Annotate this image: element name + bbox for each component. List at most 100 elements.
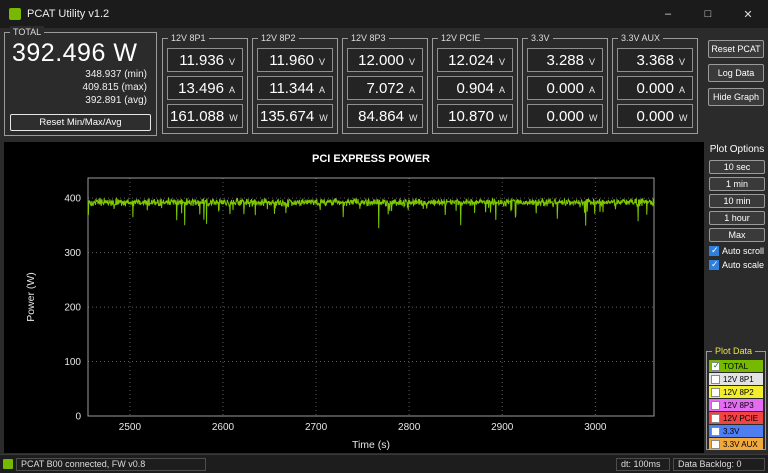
- legend-item-label: 12V PCIE: [723, 414, 758, 423]
- pcat-utility-window: PCAT Utility v1.2 – □ ✕ TOTAL 392.496 W …: [0, 0, 768, 473]
- reading-unit: W: [319, 113, 328, 123]
- legend-12v8p3-checkbox[interactable]: [711, 401, 720, 410]
- reading-unit: V: [409, 57, 418, 67]
- reading-value: 0.000: [546, 80, 584, 97]
- legend-item-12v-pcie[interactable]: 12V PCIE: [709, 412, 763, 424]
- legend-item-3v3-aux[interactable]: 3.3V AUX: [709, 438, 763, 450]
- hide-graph-button[interactable]: Hide Graph: [708, 88, 764, 106]
- reading-unit: A: [229, 85, 238, 95]
- range-10sec-button[interactable]: 10 sec: [709, 160, 765, 174]
- total-avg: 392.891 (avg): [5, 94, 156, 107]
- reading-unit: V: [229, 57, 238, 67]
- reading-value: 7.072: [366, 80, 404, 97]
- svg-text:400: 400: [64, 194, 81, 205]
- reading-value: 135.674: [260, 108, 314, 125]
- reading-unit: A: [319, 85, 328, 95]
- power-reading: 161.088W: [167, 104, 243, 128]
- legend-total-checkbox[interactable]: [711, 362, 720, 371]
- legend-item-label: 12V 8P1: [723, 375, 754, 384]
- svg-text:0: 0: [75, 412, 81, 423]
- close-button[interactable]: ✕: [728, 0, 768, 28]
- auto-scale-checkbox[interactable]: [709, 260, 719, 270]
- legend-3v3-checkbox[interactable]: [711, 427, 720, 436]
- total-min: 348.937 (min): [5, 68, 156, 81]
- plot-data-label: Plot Data: [712, 345, 755, 358]
- title-bar: PCAT Utility v1.2 – □ ✕: [0, 0, 768, 28]
- auto-scroll-row: Auto scroll: [709, 246, 768, 256]
- voltage-reading: 11.936V: [167, 48, 243, 72]
- svg-text:100: 100: [64, 357, 81, 368]
- legend-3v3aux-checkbox[interactable]: [711, 440, 720, 449]
- log-data-button[interactable]: Log Data: [708, 64, 764, 82]
- reading-unit: A: [409, 85, 418, 95]
- reset-pcat-button[interactable]: Reset PCAT: [708, 40, 764, 58]
- reading-value: 10.870: [448, 108, 494, 125]
- power-chart: 0100200300400250026002700280029003000PCI…: [4, 142, 704, 453]
- reading-value: 0.904: [456, 80, 494, 97]
- legend-item-label: 12V 8P2: [723, 388, 754, 397]
- svg-text:300: 300: [64, 248, 81, 259]
- reading-unit: A: [589, 85, 598, 95]
- reading-value: 12.000: [358, 52, 404, 69]
- voltage-reading: 3.288V: [527, 48, 603, 72]
- total-group-label: TOTAL: [10, 26, 44, 39]
- reset-minmaxavg-button[interactable]: Reset Min/Max/Avg: [10, 114, 151, 131]
- range-1hour-button[interactable]: 1 hour: [709, 211, 765, 225]
- power-reading: 10.870 W: [437, 104, 513, 128]
- total-power-unit: W: [113, 39, 137, 67]
- range-1min-button[interactable]: 1 min: [709, 177, 765, 191]
- svg-text:3000: 3000: [584, 422, 607, 433]
- rail-label: 12V PCIE: [438, 32, 484, 45]
- rail-label: 12V 8P1: [168, 32, 209, 45]
- rail-group-12v-8p1: 12V 8P1 11.936V 13.496A 161.088W: [162, 38, 248, 134]
- voltage-reading: 11.960V: [257, 48, 333, 72]
- auto-scroll-checkbox[interactable]: [709, 246, 719, 256]
- maximize-button[interactable]: □: [688, 0, 728, 28]
- legend-item-12v-8p3[interactable]: 12V 8P3: [709, 399, 763, 411]
- current-reading: 13.496 A: [167, 76, 243, 100]
- legend-item-3v3[interactable]: 3.3V: [709, 425, 763, 437]
- rail-label: 3.3V: [528, 32, 553, 45]
- window-controls: – □ ✕: [648, 0, 768, 28]
- rail-label: 3.3V AUX: [618, 32, 663, 45]
- reading-value: 11.344: [269, 80, 314, 97]
- reading-value: 11.960: [269, 52, 314, 69]
- reading-unit: W: [229, 113, 238, 123]
- rail-group-12v-8p3: 12V 8P3 12.000V 7.072A 84.864W: [342, 38, 428, 134]
- auto-scale-label: Auto scale: [722, 260, 764, 270]
- legend-item-total[interactable]: TOTAL: [709, 360, 763, 372]
- reading-unit: W: [409, 113, 418, 123]
- voltage-reading: 12.024V: [437, 48, 513, 72]
- svg-text:2900: 2900: [491, 422, 514, 433]
- legend-12vpcie-checkbox[interactable]: [711, 414, 720, 423]
- svg-text:2500: 2500: [119, 422, 142, 433]
- svg-text:2600: 2600: [212, 422, 235, 433]
- status-icon: [3, 459, 13, 469]
- power-reading: 135.674 W: [257, 104, 333, 128]
- legend-12v8p2-checkbox[interactable]: [711, 388, 720, 397]
- legend-12v8p1-checkbox[interactable]: [711, 375, 720, 384]
- rail-group-12v-8p2: 12V 8P2 11.960V 11.344A 135.674W: [252, 38, 338, 134]
- legend-item-label: 3.3V AUX: [723, 440, 758, 449]
- voltage-reading: 3.368V: [617, 48, 693, 72]
- legend-item-12v-8p1[interactable]: 12V 8P1: [709, 373, 763, 385]
- current-reading: 11.344 A: [257, 76, 333, 100]
- sample-interval: dt: 100ms: [616, 458, 670, 471]
- minimize-button[interactable]: –: [648, 0, 688, 28]
- reading-value: 13.496: [178, 80, 224, 97]
- plot-options-panel: Plot Options 10 sec 1 min 10 min 1 hour …: [706, 142, 768, 453]
- legend-item-12v-8p2[interactable]: 12V 8P2: [709, 386, 763, 398]
- power-reading: 0.000W: [617, 104, 693, 128]
- range-max-button[interactable]: Max: [709, 228, 765, 242]
- range-10min-button[interactable]: 10 min: [709, 194, 765, 208]
- current-reading: 0.000 A: [527, 76, 603, 100]
- reading-unit: A: [499, 85, 508, 95]
- reading-unit: W: [589, 113, 598, 123]
- svg-text:2800: 2800: [398, 422, 421, 433]
- legend-item-label: 12V 8P3: [723, 401, 754, 410]
- auto-scale-row: Auto scale: [709, 260, 768, 270]
- svg-text:2700: 2700: [305, 422, 328, 433]
- voltage-reading: 12.000 V: [347, 48, 423, 72]
- reading-unit: V: [679, 57, 688, 67]
- reading-unit: W: [499, 113, 508, 123]
